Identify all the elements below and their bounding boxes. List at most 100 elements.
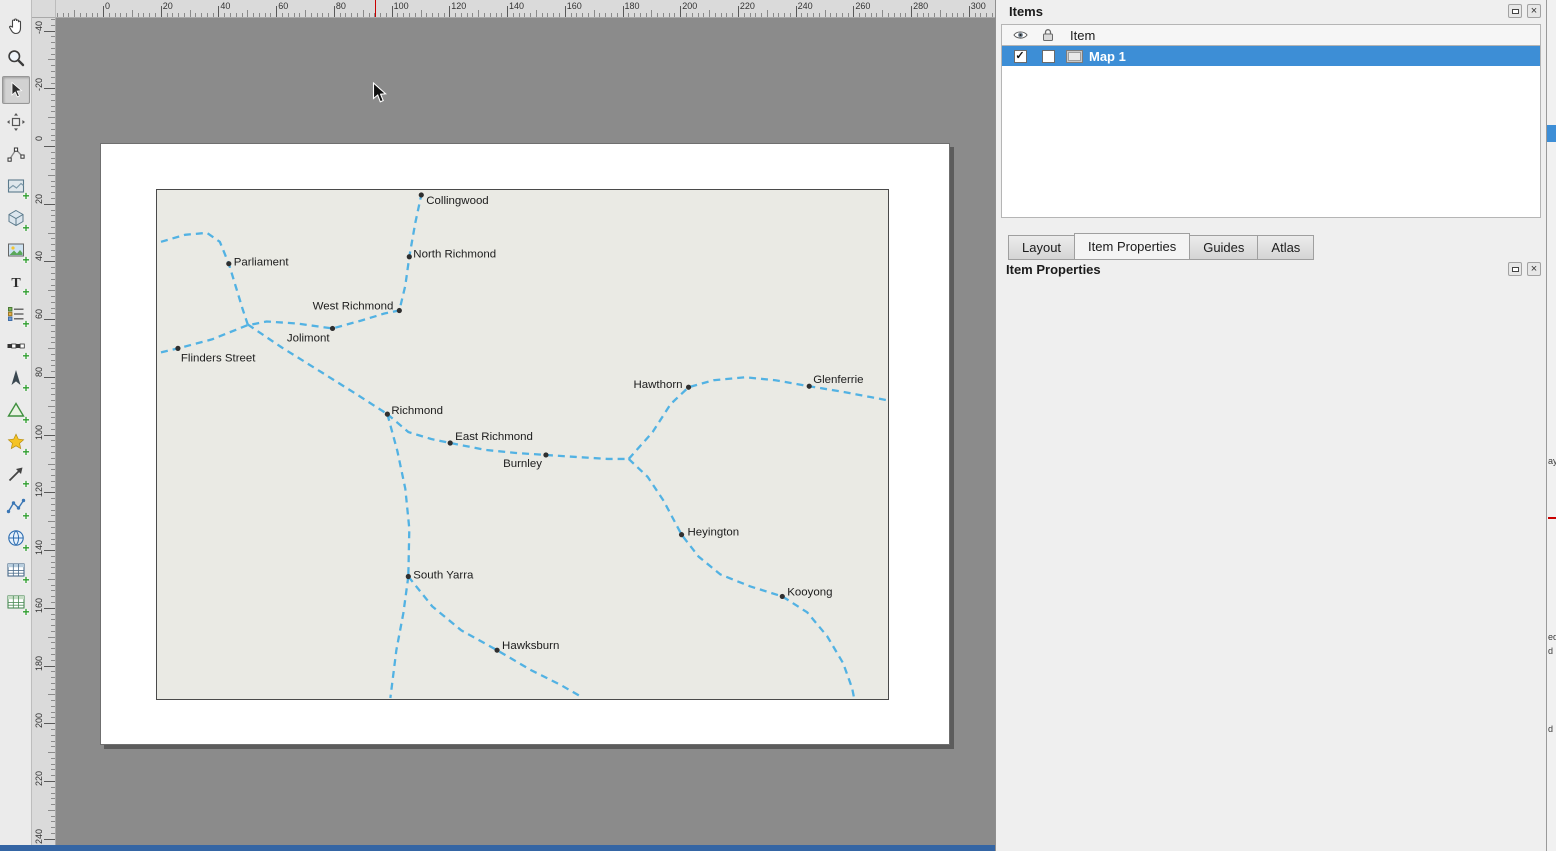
ruler-number: 240 [798, 1, 813, 11]
add-north-arrow-tool[interactable]: + [2, 364, 30, 392]
item-properties-window-buttons: × [1508, 262, 1541, 276]
add-node-item-tool[interactable]: + [2, 492, 30, 520]
plus-badge-icon: + [22, 510, 29, 522]
items-panel-float-button[interactable] [1508, 4, 1522, 18]
tab-layout[interactable]: Layout [1008, 235, 1074, 260]
station-label-hawksburn: Hawksburn [502, 640, 559, 652]
station-dot-flinders-street [175, 346, 180, 351]
visibility-column-icon [1006, 29, 1034, 41]
add-3d-map-tool[interactable]: + [2, 204, 30, 232]
svg-text:T: T [11, 276, 21, 291]
ruler-number: 80 [34, 367, 44, 377]
ruler-number: 220 [740, 1, 755, 11]
ruler-number: 0 [105, 1, 110, 11]
ruler-number: -40 [34, 21, 44, 34]
add-legend-tool[interactable]: + [2, 300, 30, 328]
ruler-number: -20 [34, 78, 44, 91]
add-picture-tool[interactable]: + [2, 236, 30, 264]
ruler-number: 60 [34, 309, 44, 319]
plus-badge-icon: + [22, 414, 29, 426]
station-label-east-richmond: East Richmond [455, 431, 533, 443]
visibility-checkbox[interactable]: ✓ [1014, 50, 1027, 63]
rail-line-6 [629, 459, 854, 698]
plus-badge-icon: + [22, 350, 29, 362]
add-arrow-tool[interactable]: + [2, 460, 30, 488]
station-dot-hawthorn [686, 385, 691, 390]
close-icon: × [1531, 6, 1537, 17]
map-item-icon [1066, 50, 1083, 63]
station-dot-hawksburn [494, 648, 499, 653]
station-label-burnley: Burnley [503, 458, 542, 470]
horizontal-ruler[interactable]: 0204060801001201401601802002202402602803… [56, 0, 995, 18]
ruler-number: 40 [34, 251, 44, 261]
station-dot-parliament [226, 261, 231, 266]
plus-badge-icon: + [22, 254, 29, 266]
clipped-right-panel: ayeddd [1546, 0, 1556, 851]
tab-guides[interactable]: Guides [1190, 235, 1257, 260]
add-marker-tool[interactable]: + [2, 428, 30, 456]
add-label-tool[interactable]: T+ [2, 268, 30, 296]
station-label-jolimont: Jolimont [287, 332, 330, 344]
plus-badge-icon: + [22, 542, 29, 554]
items-panel-title: Items [1009, 4, 1043, 19]
rail-line-7 [387, 414, 409, 576]
items-list-row-map1[interactable]: ✓ Map 1 [1002, 46, 1540, 66]
layout-canvas[interactable]: CollingwoodNorth RichmondParliamentWest … [56, 18, 995, 845]
zoom-tool[interactable] [2, 44, 30, 72]
plus-badge-icon: + [22, 606, 29, 618]
move-item-content-tool[interactable] [2, 108, 30, 136]
select-move-item-tool[interactable] [2, 76, 30, 104]
tab-atlas[interactable]: Atlas [1257, 235, 1314, 260]
vertical-ruler[interactable]: -40-20020406080100120140160180200220240 [32, 18, 56, 845]
station-dot-east-richmond [448, 440, 453, 445]
add-html-tool[interactable]: + [2, 524, 30, 552]
ruler-number: 20 [34, 194, 44, 204]
pan-tool[interactable] [2, 12, 30, 40]
add-map-tool[interactable]: + [2, 172, 30, 200]
map-item[interactable]: CollingwoodNorth RichmondParliamentWest … [156, 189, 889, 700]
item-column-header: Item [1070, 28, 1095, 43]
ruler-number: 120 [451, 1, 466, 11]
station-label-north-richmond: North Richmond [413, 249, 496, 261]
items-list-header: Item [1001, 24, 1541, 46]
items-panel-close-button[interactable]: × [1527, 4, 1541, 18]
plus-badge-icon: + [22, 446, 29, 458]
item-properties-close-button[interactable]: × [1527, 262, 1541, 276]
ruler-number: 40 [220, 1, 230, 11]
station-dot-richmond [385, 412, 390, 417]
mouse-cursor-icon [372, 82, 387, 104]
lock-column-icon [1034, 28, 1062, 42]
tab-item-properties[interactable]: Item Properties [1074, 233, 1190, 260]
item-properties-float-button[interactable] [1508, 262, 1522, 276]
edit-nodes-item-tool[interactable] [2, 140, 30, 168]
ruler-number: 20 [163, 1, 173, 11]
station-label-west-richmond: West Richmond [313, 301, 394, 313]
station-label-collingwood: Collingwood [426, 195, 488, 207]
add-fixed-table-tool[interactable]: + [2, 588, 30, 616]
item-row-label: Map 1 [1089, 49, 1126, 64]
plus-badge-icon: + [22, 222, 29, 234]
plus-badge-icon: + [22, 286, 29, 298]
ruler-cursor-marker [375, 0, 376, 17]
visibility-cell: ✓ [1006, 50, 1034, 63]
lock-checkbox[interactable] [1042, 50, 1055, 63]
station-dot-jolimont [330, 326, 335, 331]
station-label-heyington: Heyington [688, 527, 740, 539]
float-icon [1512, 9, 1519, 14]
items-list[interactable]: ✓ Map 1 [1001, 46, 1541, 218]
add-attribute-table-tool[interactable]: + [2, 556, 30, 584]
station-dot-kooyong [780, 594, 785, 599]
ruler-number: 60 [278, 1, 288, 11]
ruler-number: 300 [971, 1, 986, 11]
add-shape-tool[interactable]: + [2, 396, 30, 424]
ruler-number: 100 [394, 1, 409, 11]
plus-badge-icon: + [22, 318, 29, 330]
station-dot-west-richmond [397, 308, 402, 313]
qgis-layout-window: +++T+++++++++++ 020406080100120140160180… [0, 0, 1556, 851]
station-label-south-yarra: South Yarra [413, 569, 474, 581]
ruler-number: 200 [34, 713, 44, 728]
add-scalebar-tool[interactable]: + [2, 332, 30, 360]
ruler-number: 120 [34, 482, 44, 497]
rail-line-1 [161, 195, 421, 352]
ruler-number: 180 [34, 656, 44, 671]
